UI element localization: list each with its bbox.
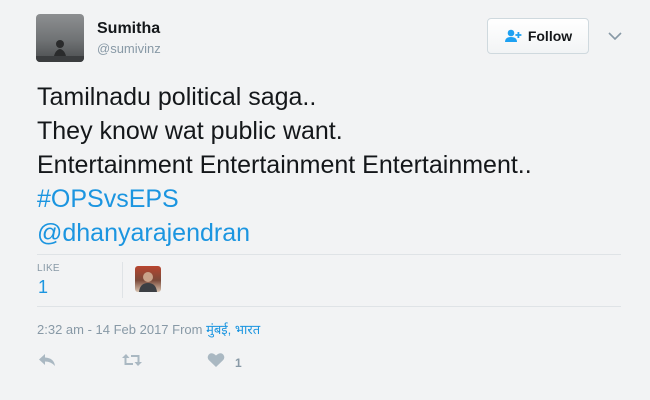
screen-name[interactable]: @sumivinz bbox=[97, 41, 161, 56]
tweet-line: Tamilnadu political saga.. bbox=[37, 83, 317, 111]
follow-button[interactable]: Follow bbox=[487, 18, 589, 54]
retweet-icon bbox=[121, 352, 143, 373]
tweet-card: Sumitha @sumivinz Follow Tamilnadu polit… bbox=[0, 0, 650, 400]
divider bbox=[37, 254, 621, 255]
likes-label: LIKE bbox=[37, 263, 60, 274]
tweet-line: Entertainment Entertainment Entertainmen… bbox=[37, 151, 532, 179]
mention-link[interactable]: @dhanyarajendran bbox=[37, 216, 637, 250]
follow-button-label: Follow bbox=[527, 28, 573, 44]
divider bbox=[37, 306, 621, 307]
hashtag-link[interactable]: #OPSvsEPS bbox=[37, 182, 637, 216]
timestamp-time[interactable]: 2:32 am - 14 Feb 2017 From bbox=[37, 322, 206, 337]
liker-avatar-image bbox=[139, 272, 157, 292]
like-button[interactable]: 1 bbox=[207, 352, 242, 373]
chevron-down-icon[interactable] bbox=[606, 28, 624, 44]
timestamp: 2:32 am - 14 Feb 2017 From मुंबई, भारत bbox=[37, 320, 260, 338]
add-user-icon bbox=[504, 29, 522, 43]
stats-separator bbox=[122, 262, 123, 298]
tweet-line: They know wat public want. bbox=[37, 117, 343, 145]
retweet-button[interactable] bbox=[121, 352, 143, 373]
location-link[interactable]: मुंबई, भारत bbox=[206, 322, 260, 337]
likes-count-link[interactable]: 1 bbox=[38, 277, 48, 298]
avatar[interactable] bbox=[36, 14, 84, 62]
tweet-text: Tamilnadu political saga.. They know wat… bbox=[37, 80, 637, 250]
reply-icon bbox=[37, 352, 57, 373]
avatar-image bbox=[36, 40, 84, 62]
reply-button[interactable] bbox=[37, 352, 57, 373]
liker-avatar[interactable] bbox=[135, 266, 161, 292]
like-count: 1 bbox=[235, 355, 242, 370]
heart-icon bbox=[207, 352, 225, 373]
display-name[interactable]: Sumitha bbox=[97, 20, 160, 38]
